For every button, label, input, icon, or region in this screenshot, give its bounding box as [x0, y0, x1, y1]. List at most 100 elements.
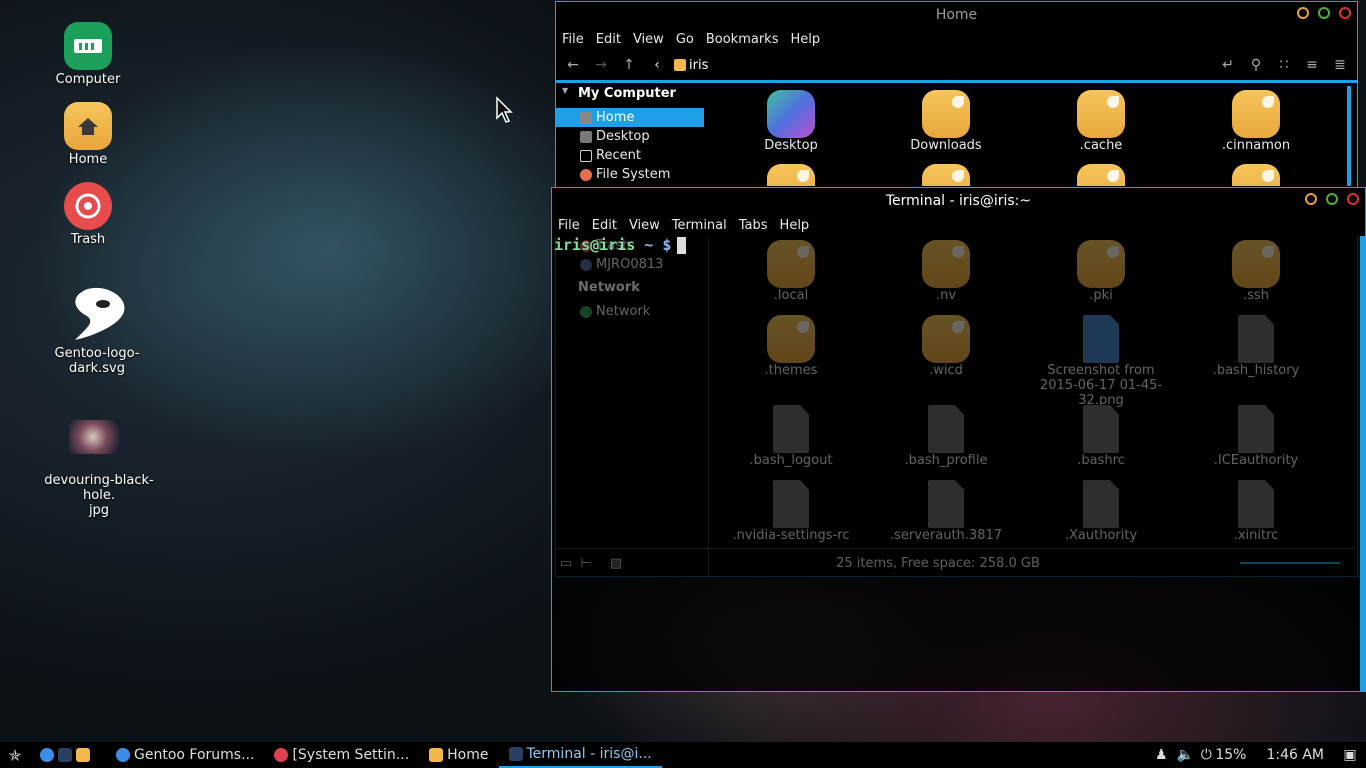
file-item-partial[interactable]	[876, 164, 1016, 186]
sidebar-item-file-system[interactable]: File System	[556, 165, 706, 184]
document-icon	[1083, 405, 1119, 453]
desktop-icon-black-hole-image[interactable]: devouring-black-hole. jpg	[39, 405, 159, 533]
toggle-location-entry-icon[interactable]: ↵	[1217, 57, 1239, 73]
folder-icon	[922, 90, 970, 138]
file-item-cache[interactable]: .cache	[1031, 90, 1171, 153]
close-button[interactable]	[1347, 193, 1359, 205]
file-item: .nv	[876, 240, 1016, 303]
back-arrow-icon[interactable]: ←	[562, 57, 584, 73]
terminal-scrollbar[interactable]	[1360, 236, 1365, 691]
search-icon[interactable]: ⚲	[1245, 57, 1267, 73]
menu-help[interactable]: Help	[774, 218, 816, 233]
desktop-icon-gentoo-logo[interactable]: Gentoo-logo-dark.svg	[37, 284, 157, 376]
task-gentoo-forums[interactable]: Gentoo Forums...	[106, 742, 264, 768]
files-launcher-icon[interactable]	[76, 748, 90, 762]
minimize-button[interactable]	[1305, 193, 1317, 205]
file-item-partial[interactable]	[1186, 164, 1326, 186]
desktop-icon-home[interactable]: Home	[28, 102, 148, 167]
power-icon[interactable]: ⏻	[1197, 747, 1215, 763]
sidebar-item-desktop[interactable]: Desktop	[556, 127, 706, 146]
file-item: .local	[721, 240, 861, 303]
close-button[interactable]	[1339, 7, 1351, 19]
file-manager-scrollbar[interactable]	[1347, 86, 1351, 186]
folder-icon	[1077, 164, 1125, 186]
folder-icon	[922, 164, 970, 186]
desktop-icon-trash[interactable]: Trash	[28, 182, 148, 247]
user-icon[interactable]: ♟	[1149, 747, 1173, 763]
menu-bookmarks[interactable]: Bookmarks	[700, 32, 785, 47]
chrome-launcher-icon[interactable]	[40, 748, 54, 762]
folder-icon	[1232, 90, 1280, 138]
file-manager-toolbar: ← → ↑ ‹ iris ↵ ⚲ ∷ ≡ ≣	[556, 50, 1357, 83]
location-breadcrumb[interactable]: iris	[674, 58, 708, 73]
terminal-titlebar[interactable]: Terminal - iris@iris:~	[552, 188, 1365, 214]
task-system-settings[interactable]: [System Settin...	[264, 742, 419, 768]
maximize-button[interactable]	[1326, 193, 1338, 205]
document-icon	[1238, 315, 1274, 363]
settings-icon	[274, 748, 289, 762]
image-file-icon	[1083, 315, 1119, 363]
file-item: .ssh	[1186, 240, 1326, 303]
file-item: .themes	[721, 315, 861, 378]
volume-icon[interactable]: 🔈	[1173, 747, 1197, 763]
binary-file-icon	[1238, 405, 1274, 453]
menu-view[interactable]: View	[623, 218, 666, 233]
clock[interactable]: 1:46 AM	[1266, 747, 1324, 763]
task-terminal[interactable]: Terminal - iris@i...	[498, 742, 662, 768]
document-icon	[928, 405, 964, 453]
menu-file[interactable]: File	[556, 32, 590, 47]
menu-edit[interactable]: Edit	[590, 32, 627, 47]
drive-icon	[580, 258, 592, 271]
menu-help[interactable]: Help	[784, 32, 826, 47]
collapse-triangle-icon: ▼	[562, 86, 569, 95]
file-manager-titlebar[interactable]: Home	[556, 2, 1357, 28]
file-item-partial[interactable]	[1031, 164, 1171, 186]
status-folder-icon: ▭	[559, 555, 573, 571]
binary-file-icon	[1083, 480, 1119, 528]
ghost-sidebar: Trash MJRO0813 Network Network	[556, 236, 709, 576]
menu-go[interactable]: Go	[670, 32, 700, 47]
window-title: Terminal - iris@iris:~	[885, 193, 1032, 209]
menu-edit[interactable]: Edit	[586, 218, 623, 233]
terminal-launcher-icon[interactable]	[58, 748, 72, 762]
file-item-partial[interactable]	[721, 164, 861, 186]
file-item: .bash_logout	[721, 405, 861, 468]
show-desktop-icon[interactable]: ▣	[1338, 747, 1362, 763]
gentoo-logo-icon	[65, 284, 129, 344]
menu-file[interactable]: File	[552, 218, 586, 233]
task-home[interactable]: Home	[419, 742, 498, 768]
sidebar-item-home[interactable]: Home	[556, 108, 704, 127]
up-arrow-icon[interactable]: ↑	[618, 57, 640, 73]
menu-view[interactable]: View	[627, 32, 670, 47]
menu-tabs[interactable]: Tabs	[733, 218, 774, 233]
home-icon	[580, 111, 592, 124]
menu-launcher-icon[interactable]: ✯	[0, 746, 30, 765]
folder-icon	[1232, 240, 1280, 288]
file-item-downloads[interactable]: Downloads	[876, 90, 1016, 153]
file-item-desktop[interactable]: Desktop	[721, 90, 861, 153]
forward-arrow-icon[interactable]: →	[590, 57, 612, 73]
maximize-button[interactable]	[1318, 7, 1330, 19]
desktop-icon-computer[interactable]: Computer	[28, 22, 148, 87]
terminal-window[interactable]: Terminal - iris@iris:~ File Edit View Te…	[551, 187, 1366, 692]
battery-percent[interactable]: 15%	[1215, 747, 1246, 763]
zoom-slider	[1240, 562, 1340, 564]
menu-terminal[interactable]: Terminal	[666, 218, 733, 233]
sidebar-heading-my-computer[interactable]: ▼ My Computer	[556, 82, 706, 108]
icon-view-icon[interactable]: ∷	[1273, 57, 1295, 73]
file-item-cinnamon[interactable]: .cinnamon	[1186, 90, 1326, 153]
folder-icon	[429, 748, 444, 762]
sidebar-item-recent[interactable]: Recent	[556, 146, 706, 165]
list-view-icon[interactable]: ≡	[1301, 57, 1323, 73]
binary-file-icon	[928, 480, 964, 528]
desktop-icon-label: devouring-black-hole. jpg	[44, 473, 154, 518]
minimize-button[interactable]	[1297, 7, 1309, 19]
terminal-body[interactable]: Trash MJRO0813 Network Network .local .n…	[552, 236, 1365, 691]
file-item: .nvidia-settings-rc	[721, 480, 861, 543]
compact-view-icon[interactable]: ≣	[1329, 57, 1351, 73]
locked-file-icon	[1238, 480, 1274, 528]
breadcrumb-left-icon[interactable]: ‹	[646, 57, 668, 73]
folder-icon	[1232, 164, 1280, 186]
terminal-icon	[508, 747, 523, 761]
file-item: .bash_history	[1186, 315, 1326, 378]
